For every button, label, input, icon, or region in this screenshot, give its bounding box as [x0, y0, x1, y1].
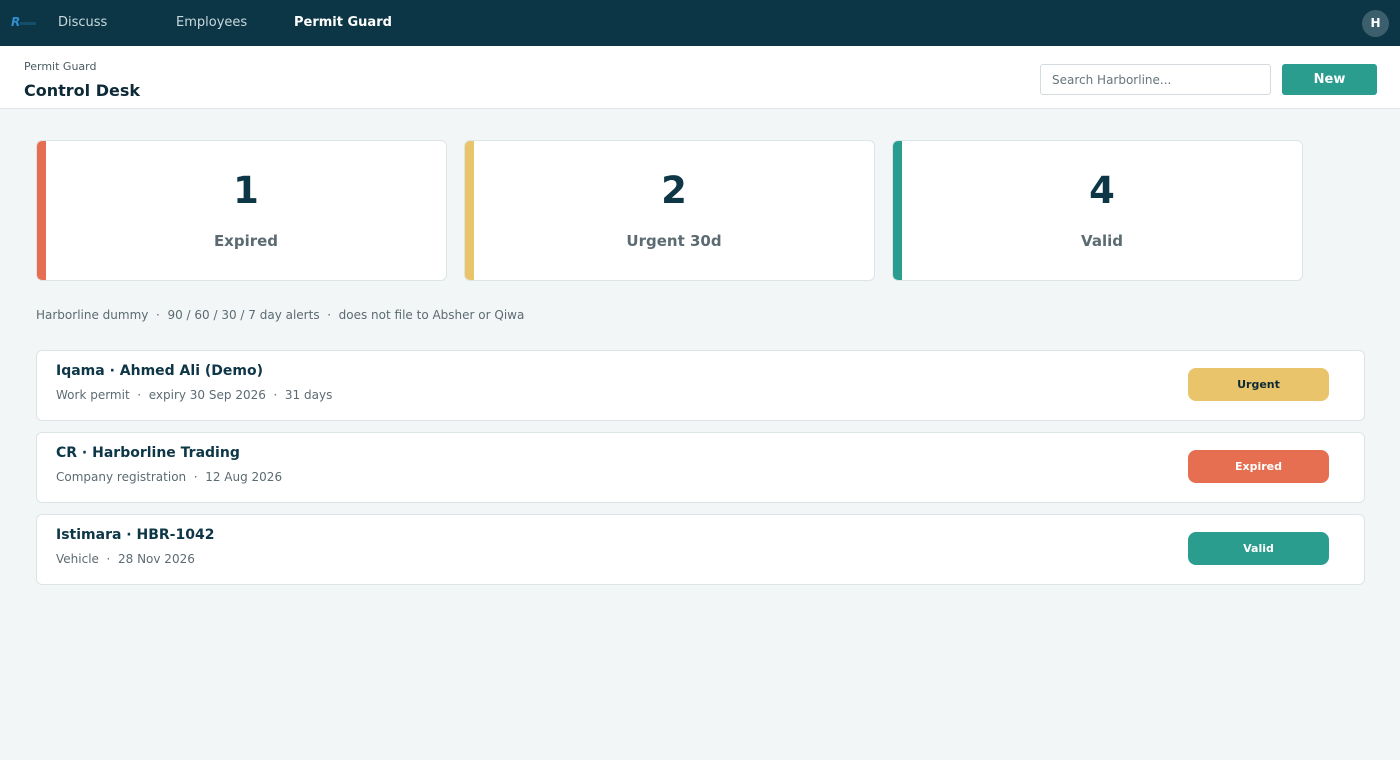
stat-value: 4 [1089, 169, 1115, 212]
stat-card-valid[interactable]: 4 Valid [892, 140, 1303, 281]
stat-value: 2 [661, 169, 687, 212]
permit-details: Company registration · 12 Aug 2026 [56, 470, 283, 484]
control-panel-header: Permit Guard Control Desk New [0, 46, 1400, 109]
user-avatar[interactable]: H [1362, 10, 1389, 37]
stat-label: Expired [213, 232, 279, 250]
stat-accent-bar [893, 141, 902, 280]
permit-title: Istimara · HBR-1042 [56, 527, 215, 543]
breadcrumb[interactable]: Permit Guard [24, 60, 96, 73]
stat-accent-bar [465, 141, 474, 280]
search-input[interactable] [1040, 64, 1271, 95]
permit-title: CR · Harborline Trading [56, 445, 240, 461]
new-button[interactable]: New [1282, 64, 1377, 95]
stat-label: Valid [1081, 232, 1123, 250]
stat-accent-bar [37, 141, 46, 280]
stat-value: 1 [233, 169, 259, 212]
stat-label: Urgent 30d [626, 232, 722, 250]
permit-details: Work permit · expiry 30 Sep 2026 · 31 da… [56, 388, 333, 402]
nav-item-permit-guard[interactable]: Permit Guard [294, 15, 392, 30]
stat-card-urgent[interactable]: 2 Urgent 30d [464, 140, 875, 281]
permit-details: Vehicle · 28 Nov 2026 [56, 552, 195, 566]
svg-text:R: R [11, 15, 20, 29]
stat-card-expired[interactable]: 1 Expired [36, 140, 447, 281]
permit-row-istimara[interactable]: Istimara · HBR-1042 Vehicle · 28 Nov 202… [36, 514, 1365, 585]
status-badge: Expired [1188, 450, 1329, 483]
status-badge: Urgent [1188, 368, 1329, 401]
nav-item-employees[interactable]: Employees [176, 15, 247, 30]
top-navbar: R Discuss Employees Permit Guard H [0, 0, 1400, 46]
app-logo-icon[interactable]: R [10, 13, 40, 31]
info-line: Harborline dummy · 90 / 60 / 30 / 7 day … [36, 308, 525, 322]
permit-row-iqama[interactable]: Iqama · Ahmed Ali (Demo) Work permit · e… [36, 350, 1365, 421]
status-badge: Valid [1188, 532, 1329, 565]
nav-item-discuss[interactable]: Discuss [58, 15, 107, 30]
permit-title: Iqama · Ahmed Ali (Demo) [56, 363, 263, 379]
permit-row-cr[interactable]: CR · Harborline Trading Company registra… [36, 432, 1365, 503]
page-title: Control Desk [24, 81, 141, 100]
